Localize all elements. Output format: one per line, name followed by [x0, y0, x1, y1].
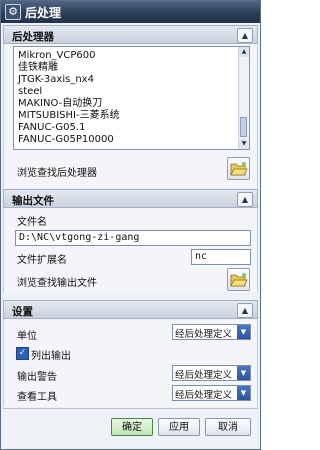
chevron-down-icon[interactable]: ▼ [237, 386, 250, 400]
units-label: 单位 [17, 331, 37, 342]
review-tool-select[interactable]: 经后处理定义 ▼ [172, 385, 251, 401]
list-item[interactable]: MAKINO-自动换刀 [18, 98, 102, 110]
chevron-up-icon[interactable]: ▲ [237, 28, 253, 43]
chevron-down-icon[interactable]: ▼ [237, 325, 250, 339]
output-section-header[interactable]: 输出文件 ▲ [3, 189, 258, 208]
chevron-down-icon[interactable]: ▼ [237, 366, 250, 380]
browse-output-button[interactable] [227, 268, 250, 291]
warning-label: 输出警告 [17, 372, 57, 383]
list-item[interactable]: MITSUBISHI-三菱系统 [18, 110, 120, 122]
list-item[interactable]: FANUC-G05.1 [18, 122, 85, 134]
list-output-checkbox[interactable]: ✓ [16, 347, 29, 360]
warning-select[interactable]: 经后处理定义 ▼ [172, 365, 251, 381]
warning-value: 经后处理定义 [175, 370, 233, 381]
list-item[interactable]: steel [18, 86, 42, 98]
browse-output-label: 浏览查找输出文件 [17, 278, 97, 289]
postprocess-dialog: ⚙ 后处理 后处理器 ▲ Mikron_VCP600 佳铁精雕 JTGK-3ax… [0, 0, 261, 450]
scroll-down-icon[interactable]: ▼ [239, 139, 249, 149]
folder-open-icon [230, 273, 248, 287]
gear-icon: ⚙ [5, 4, 21, 20]
list-item[interactable]: JTGK-3axis_nx4 [18, 74, 94, 86]
section-title: 输出文件 [12, 195, 54, 207]
extension-input[interactable]: nc [191, 249, 251, 265]
units-select[interactable]: 经后处理定义 ▼ [172, 324, 251, 340]
list-item[interactable]: 佳铁精雕 [18, 62, 58, 74]
list-item[interactable]: Mikron_VCP600 [18, 50, 96, 62]
section-title: 设置 [12, 306, 33, 318]
title-bar[interactable]: ⚙ 后处理 [1, 1, 260, 23]
units-value: 经后处理定义 [175, 329, 233, 340]
list-item[interactable]: FANUC-G05P10000 [18, 134, 114, 146]
list-output-label: 列出输出 [31, 351, 71, 362]
scroll-thumb[interactable] [240, 117, 247, 137]
review-tool-value: 经后处理定义 [175, 390, 233, 401]
postprocessor-list[interactable]: Mikron_VCP600 佳铁精雕 JTGK-3axis_nx4 steel … [13, 46, 250, 150]
chevron-up-icon[interactable]: ▲ [237, 192, 253, 207]
chevron-up-icon[interactable]: ▲ [237, 303, 253, 318]
review-tool-label: 查看工具 [17, 392, 57, 403]
filename-input[interactable]: D:\NC\vtgong-zi-gang [15, 230, 251, 246]
dialog-footer: 确定 应用 取消 [3, 408, 258, 447]
ok-button[interactable]: 确定 [111, 418, 153, 436]
apply-button[interactable]: 应用 [158, 418, 200, 436]
extension-label: 文件扩展名 [17, 255, 67, 266]
scroll-up-icon[interactable]: ▲ [239, 47, 249, 57]
browse-postprocessor-label: 浏览查找后处理器 [17, 168, 97, 179]
filename-label: 文件名 [17, 217, 47, 228]
section-title: 后处理器 [12, 31, 54, 43]
list-scrollbar[interactable]: ▲ ▼ [238, 47, 249, 149]
postprocessor-section-header[interactable]: 后处理器 ▲ [3, 25, 258, 44]
dialog-title: 后处理 [25, 6, 62, 20]
settings-section-header[interactable]: 设置 ▲ [3, 300, 258, 319]
cancel-button[interactable]: 取消 [205, 418, 251, 436]
browse-postprocessor-button[interactable] [227, 157, 250, 180]
folder-open-icon [230, 162, 248, 176]
